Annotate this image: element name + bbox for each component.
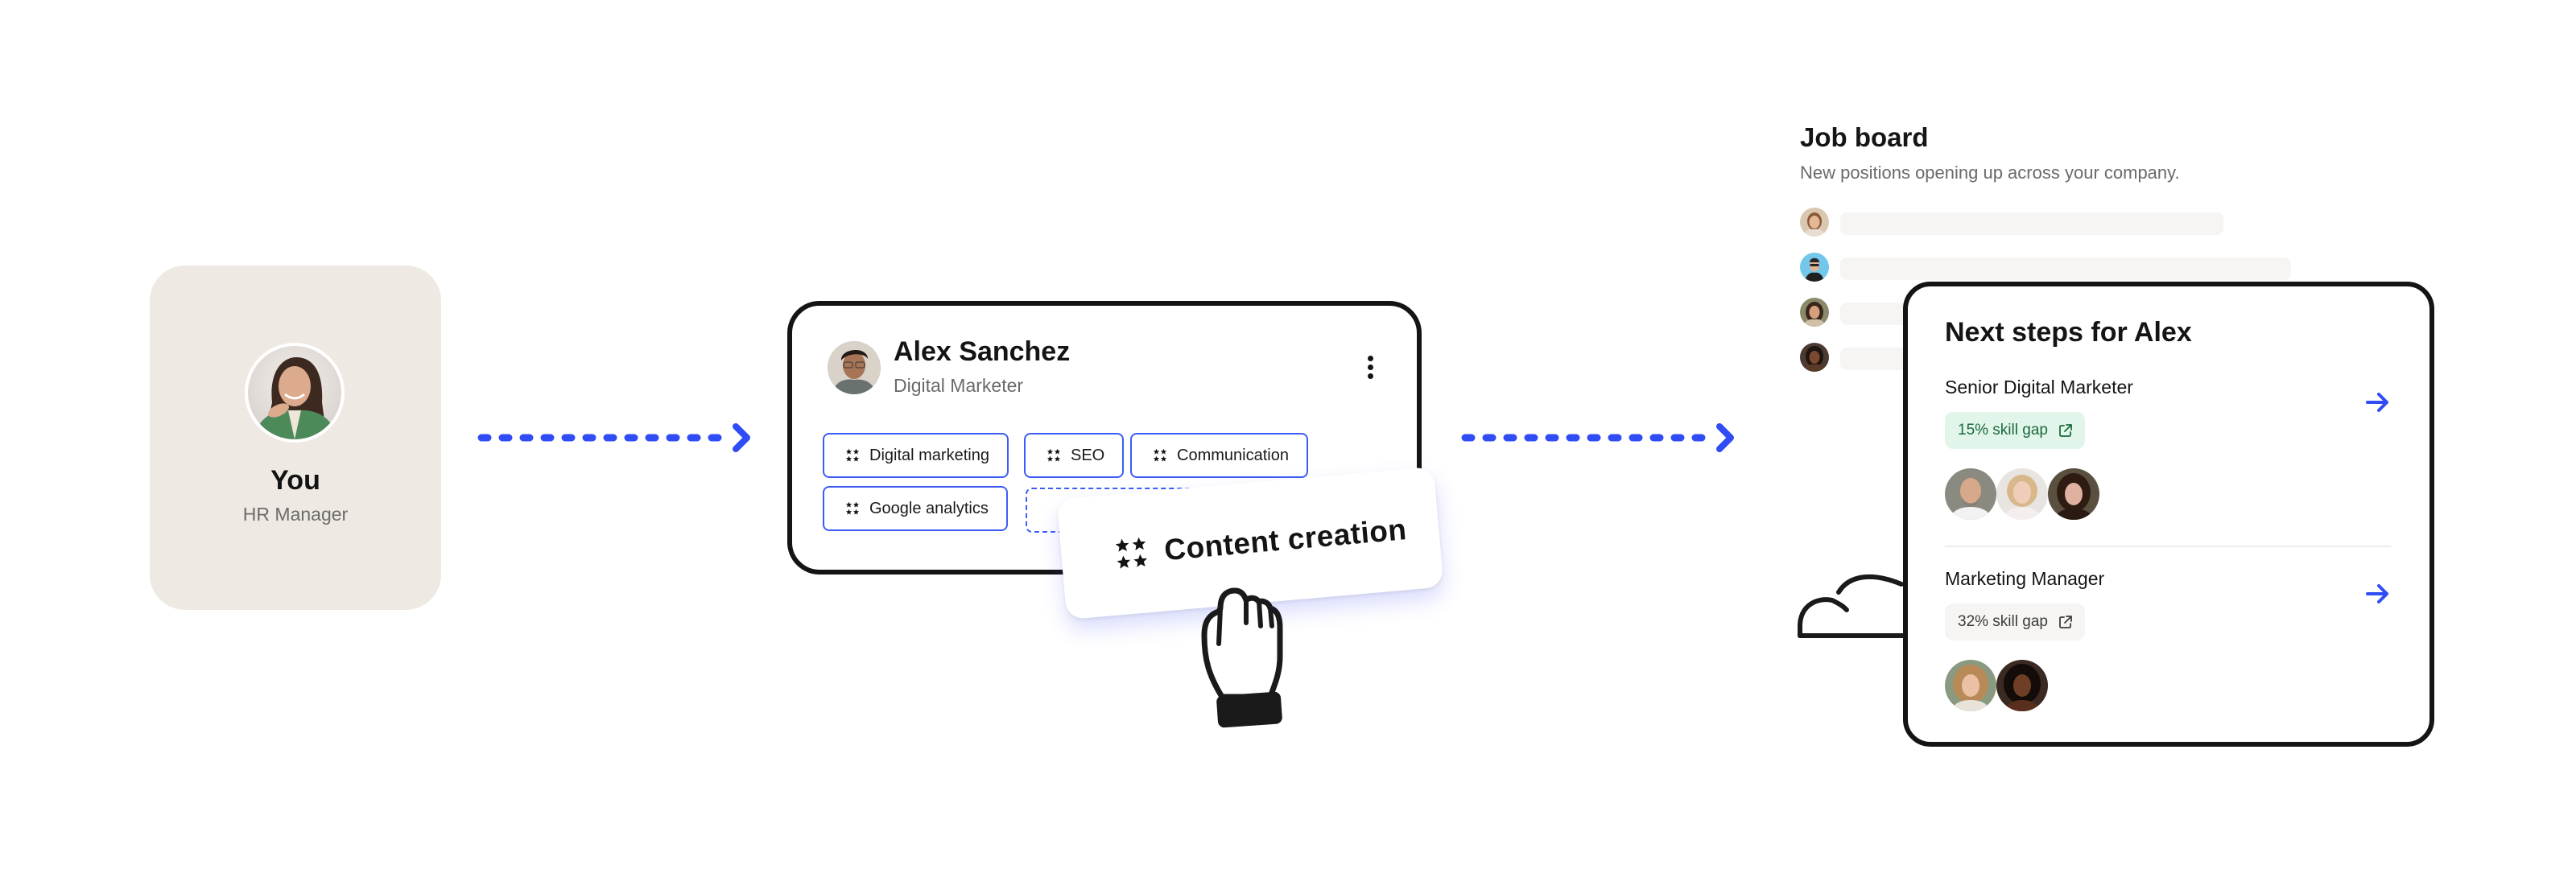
you-name: You xyxy=(270,465,320,496)
position-title: Marketing Manager xyxy=(1945,568,2105,589)
stars-icon xyxy=(845,448,860,463)
dark-haired-woman-avatar-icon xyxy=(1996,660,2048,711)
skill-gap-label: 15% skill gap xyxy=(1958,422,2048,439)
employee-to-jobs-arrow xyxy=(1461,423,1734,452)
kebab-menu-icon[interactable] xyxy=(1365,356,1375,385)
arrow-right-icon[interactable] xyxy=(2365,391,2391,414)
next-steps-title: Next steps for Alex xyxy=(1945,317,2192,348)
skill-label: Communication xyxy=(1177,446,1289,464)
dragged-skill-label: Content creation xyxy=(1162,513,1408,567)
employee-name: Alex Sanchez xyxy=(894,336,1071,367)
skill-chip[interactable]: SEO xyxy=(1024,433,1125,478)
job-placeholder-bar xyxy=(1840,257,2291,280)
skill-chip[interactable]: Digital marketing xyxy=(823,433,1009,478)
you-to-employee-arrow xyxy=(477,423,750,452)
stars-icon xyxy=(1046,448,1061,463)
you-role: HR Manager xyxy=(242,504,349,525)
skill-chip[interactable]: Google analytics xyxy=(823,486,1008,531)
blonde-woman-avatar-icon xyxy=(1996,468,2048,520)
stars-icon xyxy=(845,501,860,516)
curly-blonde-woman-avatar-icon xyxy=(1945,660,1996,711)
stars-icon xyxy=(1113,535,1150,572)
position-title: Senior Digital Marketer xyxy=(1945,377,2133,397)
cloud-icon xyxy=(1798,574,1909,638)
job-board-title: Job board xyxy=(1800,122,1929,152)
job-board-subtitle: New positions opening up across your com… xyxy=(1800,163,2180,183)
skill-label: Digital marketing xyxy=(869,446,989,464)
woman-dark-skin-avatar-icon xyxy=(1800,343,1829,372)
woman-green-blazer-avatar-icon xyxy=(254,357,336,439)
position-people xyxy=(1945,660,2058,713)
external-link-icon xyxy=(2058,614,2074,630)
arrow-right-icon[interactable] xyxy=(2365,583,2391,605)
position-people xyxy=(1945,468,2106,521)
skill-gap-label: 32% skill gap xyxy=(1958,613,2048,630)
bald-man-beard-avatar-icon xyxy=(1945,468,1996,520)
skill-gap-badge[interactable]: 15% skill gap xyxy=(1945,412,2085,449)
skill-label: Google analytics xyxy=(869,499,989,517)
positions-divider xyxy=(1945,546,2391,547)
skill-chip[interactable]: Communication xyxy=(1130,433,1308,478)
skill-gap-badge[interactable]: 32% skill gap xyxy=(1945,603,2085,640)
woman-dark-curly-hair-avatar-icon xyxy=(1800,298,1829,327)
external-link-icon xyxy=(2058,422,2074,439)
job-placeholder-bar xyxy=(1840,212,2223,235)
you-card: You HR Manager xyxy=(150,266,441,610)
employee-avatar xyxy=(828,341,881,394)
man-glasses-blue-bg-avatar-icon xyxy=(1800,253,1829,282)
you-avatar xyxy=(245,343,345,443)
skill-label: SEO xyxy=(1071,446,1105,464)
employee-role: Digital Marketer xyxy=(894,375,1024,396)
brunette-woman-avatar-icon xyxy=(2048,468,2099,520)
next-steps-card: Next steps for Alex Senior Digital Marke… xyxy=(1903,282,2434,747)
stars-icon xyxy=(1153,448,1167,463)
woman-light-hair-avatar-icon xyxy=(1800,208,1829,237)
grab-hand-icon xyxy=(1201,587,1283,728)
